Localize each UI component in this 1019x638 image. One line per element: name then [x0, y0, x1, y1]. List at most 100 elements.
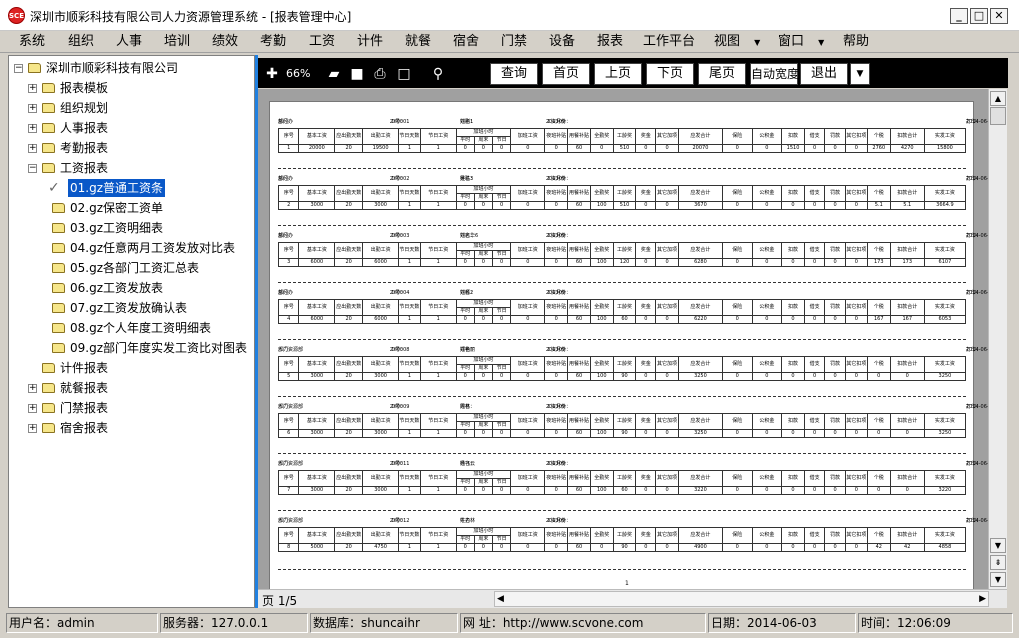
menu-help[interactable]: 帮助	[843, 33, 869, 50]
dropdown-arrow-icon[interactable]: ▼	[850, 63, 870, 85]
menu-view[interactable]: 视图 ▼	[714, 33, 760, 51]
payslip-table: 序号 基本工资 应出勤天数 出勤工资 节日天数 节日工资 加班小时 加班工资 夜班补贴 用餐补贴全…	[277, 470, 967, 495]
tree-root[interactable]: − 深圳市顺彩科技有限公司	[12, 59, 252, 77]
data-cell: 0	[635, 144, 657, 153]
menu-attendance[interactable]: 考勤	[260, 33, 286, 50]
scroll-thumb[interactable]	[990, 107, 1006, 125]
expand-icon[interactable]: +	[28, 104, 37, 113]
tree-item-org[interactable]: + 组织规划	[12, 99, 252, 117]
maximize-icon[interactable]: □	[970, 8, 988, 24]
scroll-end-icon[interactable]: ▼	[990, 572, 1006, 587]
header-cell: 全勤奖	[589, 185, 614, 202]
scroll-page-down-icon[interactable]: ⇟	[990, 555, 1006, 570]
prev-page-button[interactable]: 上页	[594, 63, 642, 85]
header-cell: 出勤工资	[362, 299, 399, 316]
tree-item-report[interactable]: 02.gz保密工资单	[12, 199, 252, 217]
dept-value: 总经办	[278, 233, 294, 239]
expand-icon[interactable]: +	[28, 124, 37, 133]
expand-icon[interactable]: +	[28, 424, 37, 433]
expand-icon[interactable]: +	[28, 384, 37, 393]
menu-org[interactable]: 组织	[68, 33, 94, 50]
tree-item-report[interactable]: 09.gz部门年度实发工资比对图表	[12, 339, 252, 357]
menu-workbench[interactable]: 工作平台	[643, 33, 695, 50]
data-cell: 0	[866, 429, 891, 438]
tree-item-report[interactable]: 08.gz个人年度工资明细表	[12, 319, 252, 337]
tree-item-piecework[interactable]: 计件报表	[12, 359, 252, 377]
record-header: 部门： 人力资源部 工号： ZK0008 姓名： 郑艳丽 工资月份： 201309 打印： 201…	[278, 346, 995, 354]
data-cell: 0	[655, 429, 679, 438]
tree-item-report[interactable]: 03.gz工资明细表	[12, 219, 252, 237]
menu-device[interactable]: 设备	[549, 33, 575, 50]
close-icon[interactable]: ✕	[990, 8, 1008, 24]
collapse-icon[interactable]: −	[14, 64, 23, 73]
header-cell: 工龄奖	[612, 128, 637, 145]
tree-item-selected[interactable]: ✓ 01.gz普通工资条	[12, 179, 252, 197]
header-cell: 实发工资	[923, 185, 967, 202]
header-cell: 扣款合计	[889, 185, 925, 202]
tree-item-dormitory[interactable]: + 宿舍报表	[12, 419, 252, 437]
vertical-scrollbar[interactable]: ▲ ▼ ⇟ ▼	[988, 89, 1007, 589]
zoom-icon[interactable]: ✚	[264, 66, 280, 82]
menu-piecework[interactable]: 计件	[357, 33, 383, 50]
expand-icon[interactable]: +	[28, 144, 37, 153]
scroll-left-icon[interactable]: ◀	[497, 592, 504, 606]
data-cell: 0	[510, 144, 546, 153]
menu-access[interactable]: 门禁	[501, 33, 527, 50]
folder-icon	[52, 343, 65, 353]
header-cell: 节日天数	[397, 413, 421, 430]
horizontal-scrollbar[interactable]: ◀ ▶	[494, 591, 989, 607]
scroll-right-icon[interactable]: ▶	[979, 592, 986, 606]
menu-window[interactable]: 窗口 ▼	[778, 33, 824, 51]
zoom-level[interactable]: 66%	[286, 66, 310, 82]
last-page-button[interactable]: 尾页	[698, 63, 746, 85]
new-page-icon[interactable]: □	[396, 66, 412, 82]
menu-system[interactable]: 系统	[19, 33, 45, 50]
menu-dining[interactable]: 就餐	[405, 33, 431, 50]
menu-personnel[interactable]: 人事	[116, 33, 142, 50]
tree-item-report[interactable]: 04.gz任意两月工资发放对比表	[12, 239, 252, 257]
tree-item-attendance[interactable]: + 考勤报表	[12, 139, 252, 157]
tree-item-personnel[interactable]: + 人事报表	[12, 119, 252, 137]
header-cell: 奖金	[635, 128, 657, 145]
minimize-icon[interactable]: _	[950, 8, 968, 24]
collapse-icon[interactable]: −	[28, 164, 37, 173]
data-cell: 1	[277, 144, 300, 153]
menu-performance[interactable]: 绩效	[212, 33, 238, 50]
save-icon[interactable]: ■	[349, 66, 365, 82]
chevron-down-icon: ▼	[818, 38, 825, 47]
scroll-down-icon[interactable]: ▼	[990, 538, 1006, 553]
next-page-button[interactable]: 下页	[646, 63, 694, 85]
data-cell: 0	[589, 144, 614, 153]
header-cell: 保险	[721, 413, 753, 430]
menu-dormitory[interactable]: 宿舍	[453, 33, 479, 50]
data-cell: 0	[655, 315, 679, 324]
tree-item-report[interactable]: 07.gz工资发放确认表	[12, 299, 252, 317]
auto-width-button[interactable]: 自动宽度	[750, 63, 799, 85]
sub-header-cell: 节日	[491, 364, 512, 373]
header-cell: 加班小时	[455, 470, 512, 479]
tree-item-report[interactable]: 06.gz工资发放表	[12, 279, 252, 297]
menu-training[interactable]: 培训	[164, 33, 190, 50]
open-folder-icon[interactable]: ▰	[326, 66, 342, 82]
tree-item-salary[interactable]: − 工资报表	[12, 159, 252, 177]
tree-item-report[interactable]: 05.gz各部门工资汇总表	[12, 259, 252, 277]
header-cell: 全勤奖	[589, 128, 614, 145]
scroll-up-icon[interactable]: ▲	[990, 91, 1006, 106]
first-page-button[interactable]: 首页	[542, 63, 590, 85]
header-cell: 基本工资	[298, 242, 336, 259]
tree-item-access[interactable]: + 门禁报表	[12, 399, 252, 417]
expand-icon[interactable]: +	[28, 404, 37, 413]
tree-item-template[interactable]: + 报表模板	[12, 79, 252, 97]
header-cell: 奖金	[635, 413, 657, 430]
expand-icon[interactable]: +	[28, 84, 37, 93]
find-binoculars-icon[interactable]: ⚲	[430, 66, 446, 82]
menu-report[interactable]: 报表	[597, 33, 623, 50]
tree-item-dining[interactable]: + 就餐报表	[12, 379, 252, 397]
exit-button[interactable]: 退出	[800, 63, 848, 85]
menu-salary[interactable]: 工资	[309, 33, 335, 50]
header-cell: 其它加项	[655, 527, 679, 544]
print-icon[interactable]: ⎙	[372, 66, 388, 82]
query-button[interactable]: 查询	[490, 63, 538, 85]
header-cell: 夜班补贴	[544, 185, 569, 202]
header-cell: 出勤工资	[362, 185, 399, 202]
